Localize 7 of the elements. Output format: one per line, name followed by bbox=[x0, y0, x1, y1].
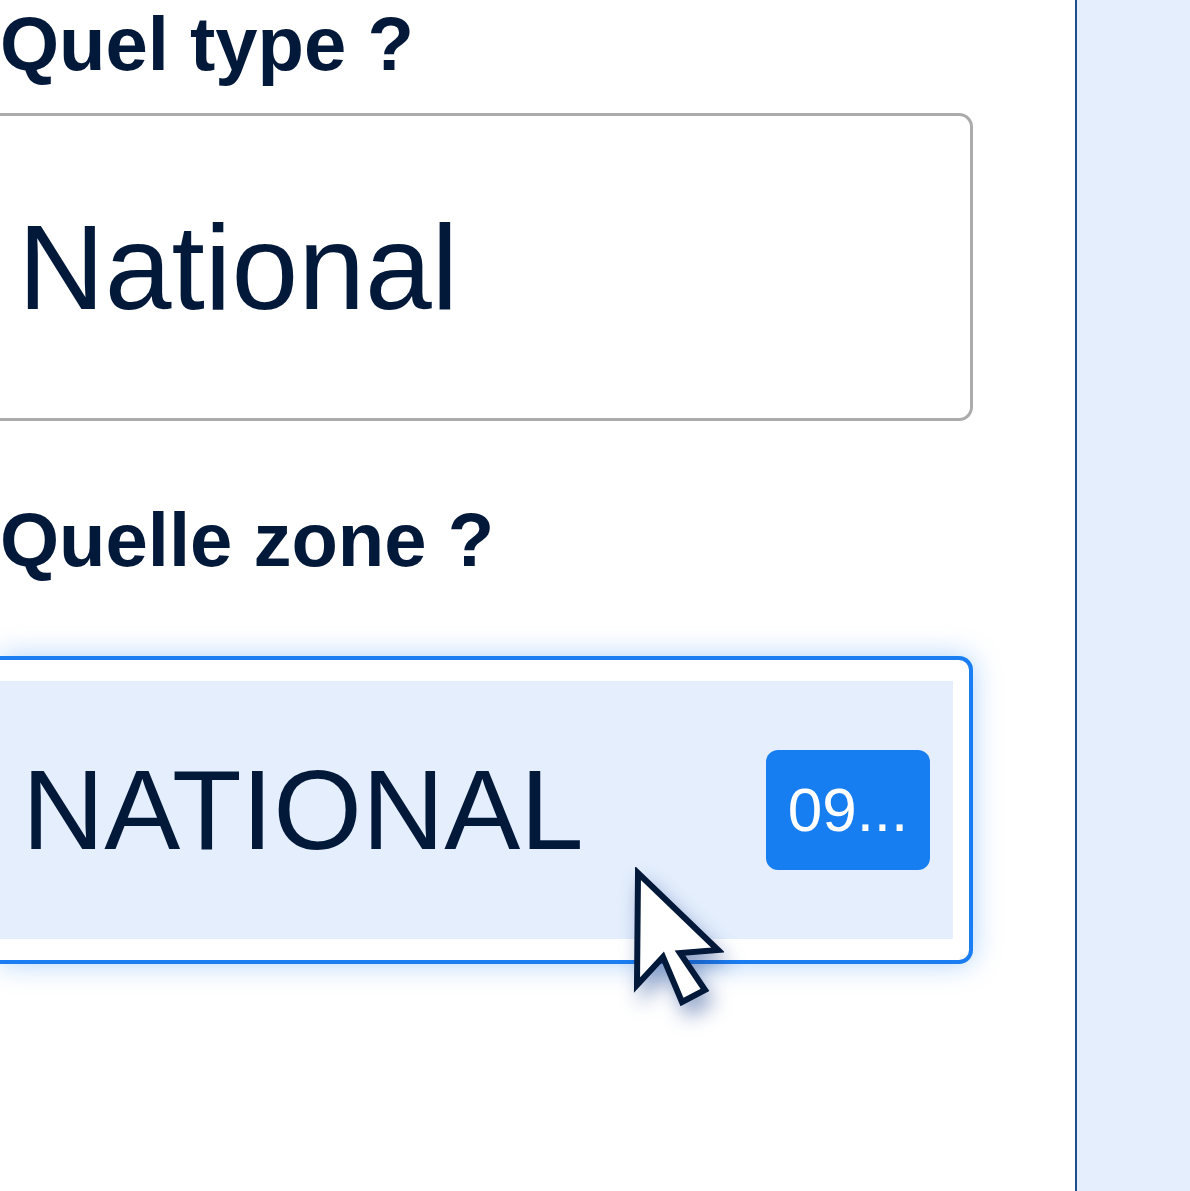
question-label: Quel type ? bbox=[0, 0, 415, 88]
mouse-pointer-icon bbox=[632, 867, 724, 1007]
question-label: Quelle zone ? bbox=[0, 496, 496, 584]
code-tag: 09... bbox=[766, 749, 930, 870]
dropdown-option[interactable]: NATIONAL 09... bbox=[0, 680, 953, 939]
select-field[interactable]: National bbox=[0, 113, 973, 422]
dropdown-list[interactable]: NATIONAL 09... bbox=[0, 655, 973, 964]
